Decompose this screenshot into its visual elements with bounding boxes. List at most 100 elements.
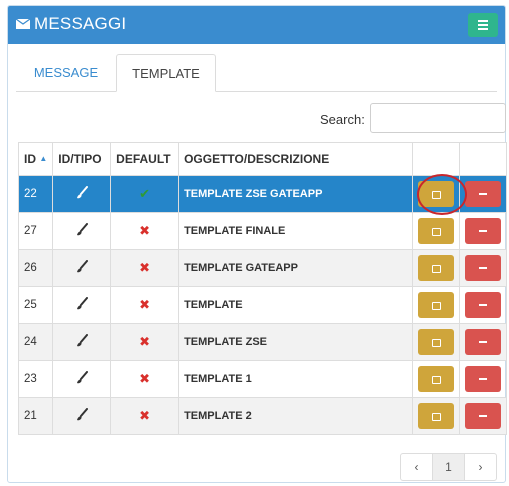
- table-row[interactable]: 27 ✖ TEMPLATE FINALE: [17, 212, 508, 250]
- search-label: Search:: [320, 112, 365, 127]
- cell-descrizione: TEMPLATE 2: [178, 397, 413, 435]
- cell-edit: [411, 360, 460, 398]
- edit-button[interactable]: [417, 366, 454, 392]
- brush-icon: [76, 296, 88, 309]
- pagination-page-1[interactable]: 1: [432, 453, 465, 481]
- delete-button[interactable]: [464, 218, 501, 244]
- column-header-delete: [458, 142, 508, 176]
- cell-descrizione: TEMPLATE 1: [178, 360, 413, 398]
- table-row[interactable]: 22 ✔ TEMPLATE ZSE GATEAPP: [17, 175, 508, 213]
- cell-delete: [458, 249, 508, 287]
- panel-header: MESSAGGI: [8, 6, 505, 44]
- cell-id: 27: [17, 212, 54, 250]
- page-title: MESSAGGI: [34, 14, 127, 33]
- brush-icon: [76, 407, 88, 420]
- cell-delete: [458, 286, 508, 324]
- cell-default: ✖: [110, 360, 180, 398]
- table-header-row: ID ▲ ID/TIPO DEFAULT OGGETTO/DESCRIZIONE: [17, 142, 508, 176]
- pagination: ‹ 1 ›: [400, 453, 497, 481]
- cell-tipo: [52, 397, 112, 435]
- cell-tipo: [52, 286, 112, 324]
- menu-toggle-button[interactable]: [468, 13, 498, 37]
- cell-edit: [411, 249, 460, 287]
- cross-icon: ✖: [139, 223, 151, 238]
- column-header-tipo[interactable]: ID/TIPO: [52, 142, 112, 176]
- cross-icon: ✖: [139, 371, 151, 386]
- cell-descrizione: TEMPLATE ZSE: [178, 323, 413, 361]
- pagination-prev-button[interactable]: ‹: [400, 453, 433, 481]
- cell-default: ✖: [110, 323, 180, 361]
- column-header-edit: [411, 142, 460, 176]
- delete-button[interactable]: [464, 366, 501, 392]
- delete-button[interactable]: [464, 292, 501, 318]
- envelope-icon: [16, 19, 30, 29]
- column-header-descrizione[interactable]: OGGETTO/DESCRIZIONE: [178, 142, 413, 176]
- cell-id: 23: [17, 360, 54, 398]
- hamburger-icon-line: [478, 28, 488, 30]
- edit-button[interactable]: [417, 255, 454, 281]
- cell-descrizione: TEMPLATE GATEAPP: [178, 249, 413, 287]
- cross-icon: ✖: [139, 408, 151, 423]
- cell-descrizione: TEMPLATE ZSE GATEAPP: [178, 175, 413, 213]
- cross-icon: ✖: [139, 297, 151, 312]
- cell-descrizione: TEMPLATE: [178, 286, 413, 324]
- edit-button[interactable]: [417, 403, 454, 429]
- table-row[interactable]: 23 ✖ TEMPLATE 1: [17, 360, 508, 398]
- table-row[interactable]: 21 ✖ TEMPLATE 2: [17, 397, 508, 435]
- edit-button[interactable]: [417, 218, 454, 244]
- template-table: ID ▲ ID/TIPO DEFAULT OGGETTO/DESCRIZIONE…: [17, 142, 508, 435]
- tab-bar: MESSAGE TEMPLATE: [16, 54, 497, 92]
- edit-button[interactable]: [417, 181, 454, 207]
- brush-icon: [76, 259, 88, 272]
- cell-id: 25: [17, 286, 54, 324]
- cell-delete: [458, 360, 508, 398]
- delete-button[interactable]: [464, 255, 501, 281]
- delete-button[interactable]: [464, 403, 501, 429]
- search-input[interactable]: [370, 103, 506, 133]
- edit-button[interactable]: [417, 329, 454, 355]
- brush-icon: [76, 333, 88, 346]
- cell-edit: [411, 286, 460, 324]
- table-row[interactable]: 24 ✖ TEMPLATE ZSE: [17, 323, 508, 361]
- cell-tipo: [52, 360, 112, 398]
- column-header-default[interactable]: DEFAULT: [110, 142, 180, 176]
- cell-edit: [411, 212, 460, 250]
- table-row[interactable]: 25 ✖ TEMPLATE: [17, 286, 508, 324]
- cell-edit: [411, 175, 460, 213]
- cell-tipo: [52, 212, 112, 250]
- delete-button[interactable]: [464, 181, 501, 207]
- cell-default: ✖: [110, 212, 180, 250]
- messaggi-panel: MESSAGGI MESSAGE TEMPLATE Search: ID ▲ I…: [7, 5, 508, 483]
- hamburger-icon-line: [478, 24, 488, 26]
- cell-id: 26: [17, 249, 54, 287]
- column-header-id[interactable]: ID ▲: [17, 142, 54, 176]
- cell-tipo: [52, 323, 112, 361]
- cell-default: ✖: [110, 397, 180, 435]
- edit-button[interactable]: [417, 292, 454, 318]
- cell-id: 21: [17, 397, 54, 435]
- table-row[interactable]: 26 ✖ TEMPLATE GATEAPP: [17, 249, 508, 287]
- cell-delete: [458, 397, 508, 435]
- cell-descrizione: TEMPLATE FINALE: [178, 212, 413, 250]
- cell-tipo: [52, 249, 112, 287]
- check-icon: ✔: [139, 186, 151, 201]
- hamburger-icon-line: [478, 20, 488, 22]
- cell-delete: [458, 323, 508, 361]
- header-title-wrap: MESSAGGI: [16, 14, 126, 34]
- brush-icon: [76, 185, 88, 198]
- cell-edit: [411, 397, 460, 435]
- cross-icon: ✖: [139, 334, 151, 349]
- cell-default: ✔: [110, 175, 180, 213]
- cell-edit: [411, 323, 460, 361]
- pagination-next-button[interactable]: ›: [464, 453, 497, 481]
- tab-template[interactable]: TEMPLATE: [116, 54, 216, 92]
- cell-default: ✖: [110, 249, 180, 287]
- cross-icon: ✖: [139, 260, 151, 275]
- cell-delete: [458, 175, 508, 213]
- delete-button[interactable]: [464, 329, 501, 355]
- tab-message[interactable]: MESSAGE: [16, 54, 116, 91]
- cell-delete: [458, 212, 508, 250]
- cell-tipo: [52, 175, 112, 213]
- brush-icon: [76, 222, 88, 235]
- brush-icon: [76, 370, 88, 383]
